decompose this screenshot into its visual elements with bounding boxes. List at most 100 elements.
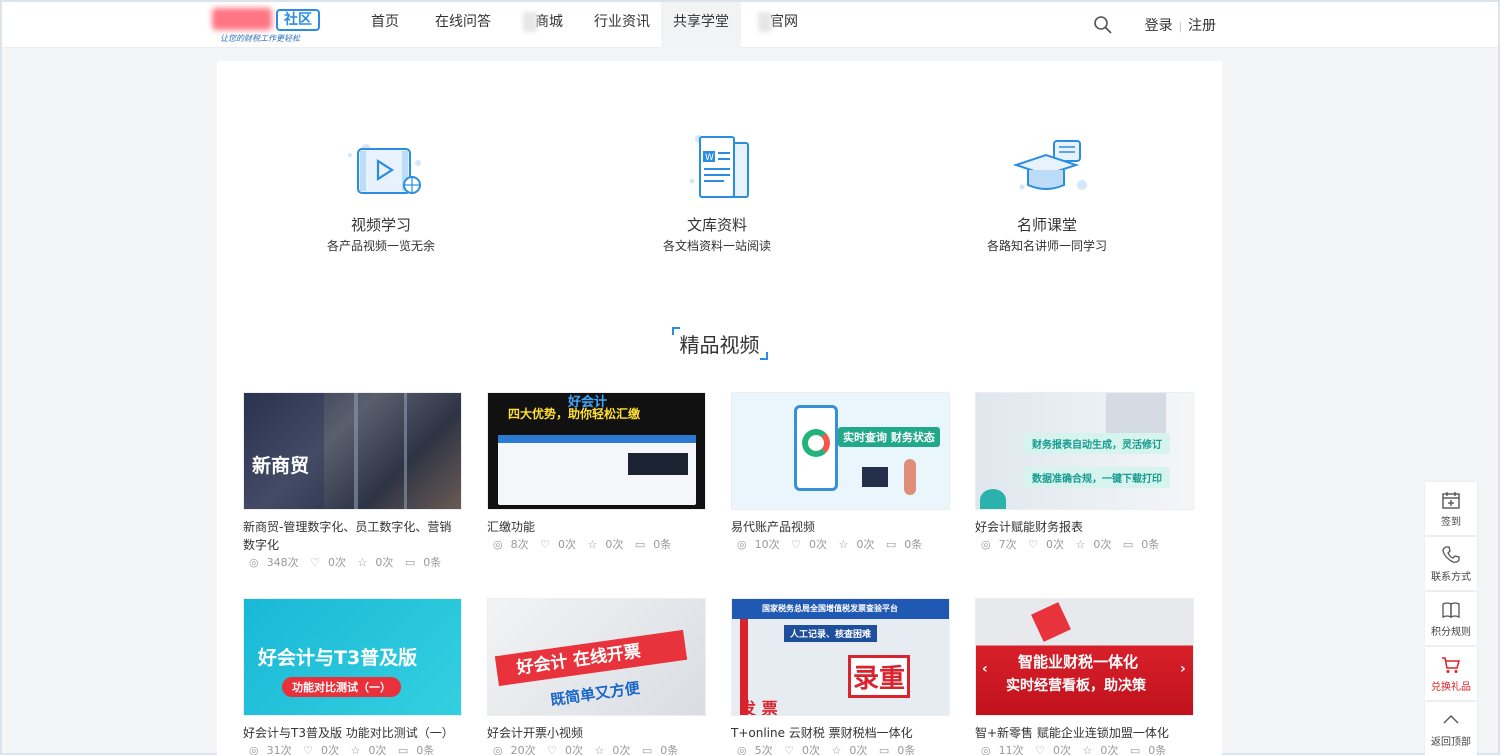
thumbs-up-icon: ♡ xyxy=(547,744,557,755)
arrow-up-icon xyxy=(1443,715,1459,724)
nav-label: 共享学堂 xyxy=(673,14,729,30)
favs-count: 0次 xyxy=(856,538,875,551)
comments-count: 0条 xyxy=(897,744,916,755)
comment-icon: ▭ xyxy=(878,744,890,755)
login-link[interactable]: 登录 xyxy=(1145,18,1173,34)
logo-brand-mark xyxy=(212,8,272,30)
chevron-left-icon[interactable]: ‹ xyxy=(982,661,988,677)
video-stats: ◎ 10次 ♡ 0次 ☆ 0次 ▭ 0条 xyxy=(731,536,950,554)
likes-count: 0次 xyxy=(564,744,583,755)
nav-mall[interactable]: 商城 xyxy=(503,2,583,48)
top-header: 社区 让您的财税工作更轻松 首页 在线问答 商城 行业资讯 共享学堂 官网 登录… xyxy=(2,2,1498,48)
views-count: 11次 xyxy=(998,744,1024,755)
comments-count: 0条 xyxy=(904,538,923,551)
thumbnail-text-2: 数据准确合规，一键下载打印 xyxy=(1024,467,1170,488)
feature-title: 视频学习 xyxy=(350,216,411,234)
nav-academy[interactable]: 共享学堂 xyxy=(661,2,741,48)
comments-count: 0条 xyxy=(1148,744,1167,755)
main-nav: 首页 在线问答 商城 行业资讯 共享学堂 官网 xyxy=(347,2,815,48)
video-thumbnail[interactable]: 好会计与T3普及版 功能对比测试（一） xyxy=(243,598,462,716)
video-card[interactable]: 实时查询 财务状态 易代账产品视频 ◎ 10次 ♡ 0次 ☆ 0次 ▭ 0条 xyxy=(731,392,950,554)
video-stats: ◎ 11次 ♡ 0次 ☆ 0次 ▭ 0条 xyxy=(975,742,1194,755)
video-thumbnail[interactable]: 财务报表自动生成，灵活修订 数据准确合规，一键下载打印 xyxy=(975,392,1194,510)
video-card[interactable]: 好会计 在线开票 既简单又方便 好会计开票小视频 ◎ 20次 ♡ 0次 ☆ 0次 ▭ 0… xyxy=(487,598,706,755)
comment-icon: ▭ xyxy=(634,538,646,551)
video-card[interactable]: 好会计与T3普及版 功能对比测试（一） 好会计与T3普及版 功能对比测试（一） … xyxy=(243,598,462,755)
sidebar-redeem-gifts[interactable]: 兑换礼品 xyxy=(1425,647,1477,700)
document-icon: W xyxy=(689,135,749,198)
views-count: 31次 xyxy=(266,744,292,755)
register-link[interactable]: 注册 xyxy=(1188,18,1216,34)
video-title: T+online 云财税 票财税档一体化 xyxy=(731,726,913,740)
video-thumbnail[interactable]: 好会计 四大优势，助你轻松汇缴 xyxy=(487,392,706,510)
comments-count: 0条 xyxy=(423,556,442,569)
likes-count: 0次 xyxy=(327,556,346,569)
nav-home[interactable]: 首页 xyxy=(347,2,423,48)
main-content: 视频学习 各产品视频一览无余 W 文库资料 各文档资料一站阅读 名师课堂 各路知… xyxy=(217,61,1222,755)
sidebar-points-rules[interactable]: 积分规则 xyxy=(1425,592,1477,645)
comments-count: 0条 xyxy=(1141,538,1160,551)
video-card[interactable]: 国家税务总局全国增值税发票查验平台 人工记录、核查困难 录重 发 票 T+onl… xyxy=(731,598,950,755)
chevron-right-icon[interactable]: › xyxy=(1180,661,1186,677)
eye-icon: ◎ xyxy=(249,744,259,755)
auth-links: 登录 | 注册 xyxy=(1145,15,1216,35)
nav-mall-smudge xyxy=(523,12,537,32)
star-icon: ☆ xyxy=(350,744,361,755)
nav-qa[interactable]: 在线问答 xyxy=(423,2,503,48)
feature-video-learning[interactable]: 视频学习 各产品视频一览无余 xyxy=(281,133,481,255)
views-count: 7次 xyxy=(998,538,1017,551)
video-stats: ◎ 20次 ♡ 0次 ☆ 0次 ▭ 0条 xyxy=(487,742,706,755)
video-card[interactable]: 好会计 四大优势，助你轻松汇缴 汇缴功能 ◎ 8次 ♡ 0次 ☆ 0次 ▭ 0条 xyxy=(487,392,706,554)
sidebar-contact[interactable]: 联系方式 xyxy=(1425,537,1477,590)
video-title: 易代账产品视频 xyxy=(731,520,816,534)
sidebar-label: 签到 xyxy=(1441,517,1461,528)
thumbs-up-icon: ♡ xyxy=(310,556,320,569)
sidebar-back-to-top[interactable]: 返回顶部 xyxy=(1425,702,1477,755)
calendar-icon xyxy=(1442,492,1460,509)
nav-news[interactable]: 行业资讯 xyxy=(583,2,661,48)
comment-icon: ▭ xyxy=(397,744,409,755)
eye-icon: ◎ xyxy=(981,538,991,551)
cart-icon xyxy=(1442,657,1460,673)
thumbs-up-icon: ♡ xyxy=(1035,744,1045,755)
feature-master-class[interactable]: 名师课堂 各路知名讲师一同学习 xyxy=(947,133,1147,255)
nav-site-smudge xyxy=(758,12,772,32)
search-icon[interactable] xyxy=(1093,15,1113,35)
video-thumbnail[interactable]: 智能业财税一体化 实时经营看板，助决策 ‹ › xyxy=(975,598,1194,716)
thumbnail-text-2: 既简单又方便 xyxy=(549,678,641,710)
video-stats: ◎ 5次 ♡ 0次 ☆ 0次 ▭ 0条 xyxy=(731,742,950,755)
star-icon: ☆ xyxy=(1082,744,1093,755)
nav-official-site[interactable]: 官网 xyxy=(741,2,815,48)
video-title: 好会计赋能财务报表 xyxy=(975,520,1084,534)
likes-count: 0次 xyxy=(320,744,339,755)
video-thumbnail[interactable]: 实时查询 财务状态 xyxy=(731,392,950,510)
favs-count: 0次 xyxy=(368,744,387,755)
video-stats: ◎ 31次 ♡ 0次 ☆ 0次 ▭ 0条 xyxy=(243,742,462,755)
sidebar-checkin[interactable]: 签到 xyxy=(1425,482,1477,535)
video-stats: ◎ 8次 ♡ 0次 ☆ 0次 ▭ 0条 xyxy=(487,536,706,554)
comment-icon: ▭ xyxy=(641,744,653,755)
video-card[interactable]: 新商贸 新商贸-管理数字化、员工数字化、营销数字化 ◎ 348次 ♡ 0次 ☆ 0次 … xyxy=(243,392,462,572)
site-logo[interactable]: 社区 让您的财税工作更轻松 xyxy=(208,6,323,44)
sidebar-label: 联系方式 xyxy=(1431,572,1471,583)
video-title: 汇缴功能 xyxy=(487,520,536,534)
comment-icon: ▭ xyxy=(1129,744,1141,755)
thumbs-up-icon: ♡ xyxy=(791,538,801,551)
thumbnail-text-2: 功能对比测试（一） xyxy=(282,677,401,697)
likes-count: 0次 xyxy=(1052,744,1071,755)
video-thumbnail[interactable]: 新商贸 xyxy=(243,392,462,510)
comment-icon: ▭ xyxy=(1122,538,1134,551)
video-thumbnail[interactable]: 好会计 在线开票 既简单又方便 xyxy=(487,598,706,716)
video-thumbnail[interactable]: 国家税务总局全国增值税发票查验平台 人工记录、核查困难 录重 发 票 xyxy=(731,598,950,716)
video-card[interactable]: 智能业财税一体化 实时经营看板，助决策 ‹ › 智+新零售 赋能企业连锁加盟一体… xyxy=(975,598,1194,755)
star-icon: ☆ xyxy=(831,744,842,755)
nav-label: 在线问答 xyxy=(435,14,491,30)
nav-label: 行业资讯 xyxy=(594,14,650,30)
views-count: 10次 xyxy=(754,538,780,551)
views-count: 20次 xyxy=(510,744,536,755)
auth-divider: | xyxy=(1178,22,1182,33)
thumbnail-text: 实时查询 财务状态 xyxy=(838,427,940,447)
video-card[interactable]: 财务报表自动生成，灵活修订 数据准确合规，一键下载打印 好会计赋能财务报表 ◎ 7… xyxy=(975,392,1194,554)
phone-icon xyxy=(1442,546,1460,563)
feature-document-library[interactable]: W 文库资料 各文档资料一站阅读 xyxy=(617,133,817,255)
